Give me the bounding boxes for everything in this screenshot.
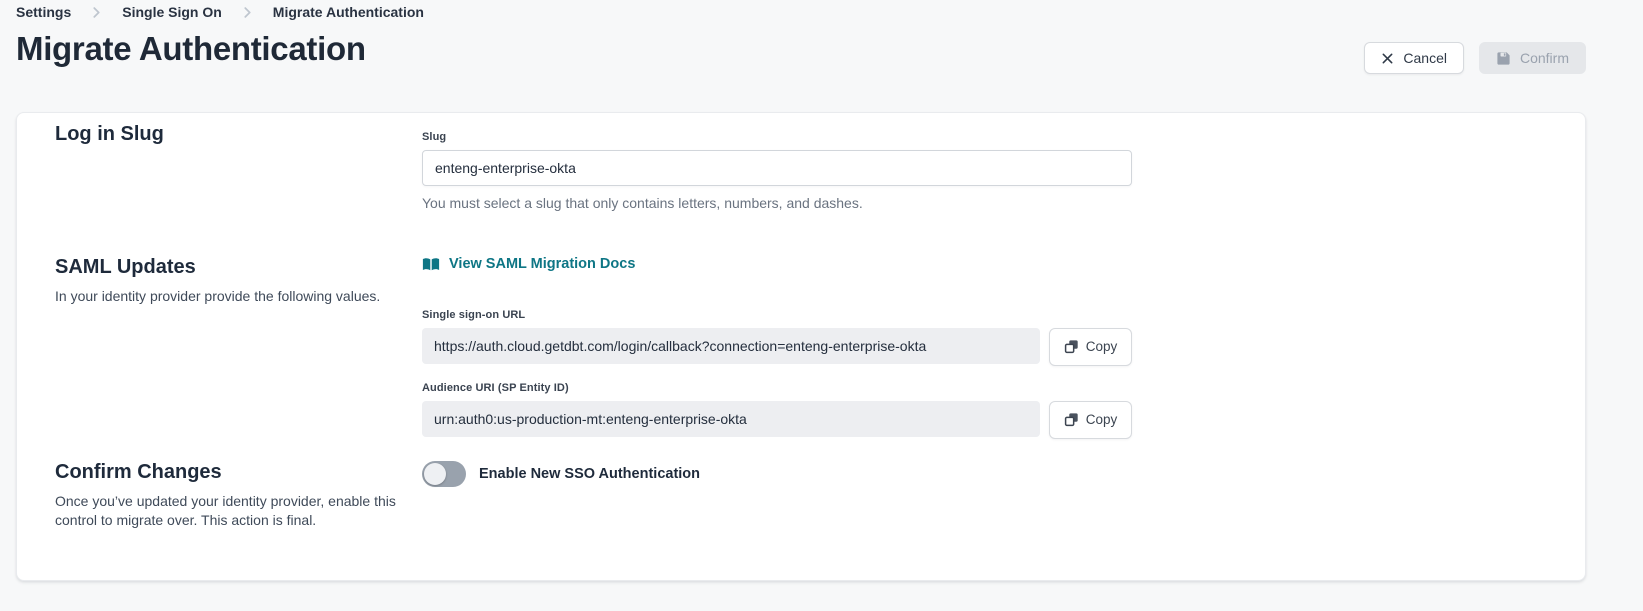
confirm-changes-section: Confirm Changes Once you’ve updated your… [55, 461, 1585, 531]
cancel-button-label: Cancel [1403, 50, 1447, 66]
confirm-button-label: Confirm [1520, 50, 1569, 66]
save-icon [1496, 51, 1511, 66]
header-actions: Cancel Confirm [1364, 42, 1586, 74]
view-saml-migration-docs-link[interactable]: View SAML Migration Docs [422, 256, 635, 272]
chevron-right-icon [242, 7, 253, 18]
page-title: Migrate Authentication [16, 30, 366, 68]
breadcrumb-item-settings[interactable]: Settings [16, 4, 71, 20]
saml-updates-description: In your identity provider provide the fo… [55, 287, 422, 306]
chevron-right-icon [91, 7, 102, 18]
sso-url-field: https://auth.cloud.getdbt.com/login/call… [422, 328, 1040, 364]
saml-updates-heading: SAML Updates [55, 256, 422, 279]
slug-helper-text: You must select a slug that only contain… [422, 195, 1132, 211]
cancel-button[interactable]: Cancel [1364, 42, 1464, 74]
close-icon [1381, 52, 1394, 65]
book-icon [422, 257, 440, 272]
copy-icon [1064, 412, 1079, 427]
copy-button-label: Copy [1086, 412, 1118, 427]
sso-url-label: Single sign-on URL [422, 309, 1132, 321]
copy-audience-uri-button[interactable]: Copy [1049, 401, 1132, 439]
copy-sso-url-button[interactable]: Copy [1049, 328, 1132, 366]
login-slug-section: Log in Slug Slug You must select a slug … [55, 123, 1585, 211]
docs-link-label: View SAML Migration Docs [449, 256, 635, 272]
audience-uri-label: Audience URI (SP Entity ID) [422, 382, 1132, 394]
breadcrumb-item-migrate-authentication: Migrate Authentication [273, 4, 424, 20]
copy-icon [1064, 339, 1079, 354]
saml-updates-section: SAML Updates In your identity provider p… [55, 256, 1585, 439]
enable-sso-toggle[interactable] [422, 461, 466, 487]
migrate-authentication-card: Log in Slug Slug You must select a slug … [16, 112, 1586, 581]
confirm-button[interactable]: Confirm [1479, 42, 1586, 74]
confirm-changes-heading: Confirm Changes [55, 461, 422, 484]
login-slug-heading: Log in Slug [55, 123, 422, 146]
breadcrumb-item-single-sign-on[interactable]: Single Sign On [122, 4, 222, 20]
slug-label: Slug [422, 131, 1132, 143]
audience-uri-field: urn:auth0:us-production-mt:enteng-enterp… [422, 401, 1040, 437]
toggle-knob [424, 463, 446, 485]
confirm-changes-description: Once you’ve updated your identity provid… [55, 492, 415, 531]
enable-sso-toggle-label: Enable New SSO Authentication [479, 466, 700, 482]
slug-input[interactable] [422, 150, 1132, 186]
copy-button-label: Copy [1086, 339, 1118, 354]
breadcrumb: Settings Single Sign On Migrate Authenti… [16, 4, 424, 20]
